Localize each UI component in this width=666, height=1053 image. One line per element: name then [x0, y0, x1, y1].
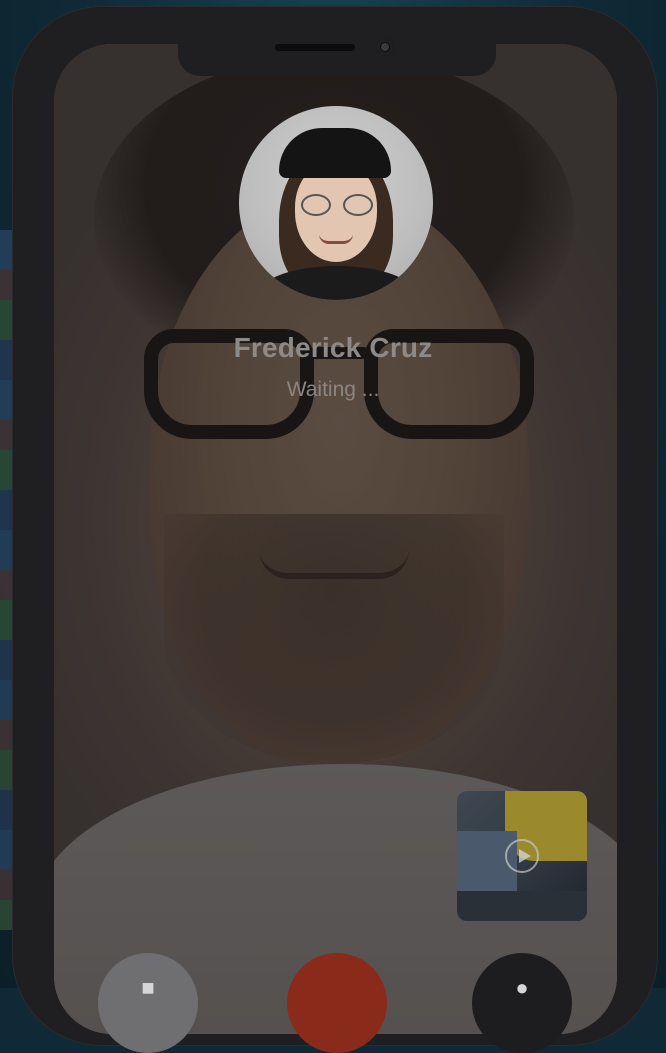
- end-call-button[interactable]: [287, 953, 387, 1053]
- play-icon[interactable]: [505, 839, 539, 873]
- call-status: Waiting ...: [286, 378, 380, 401]
- speaker-icon: ■: [141, 975, 155, 1000]
- caller-avatar: [239, 106, 433, 300]
- caller-name: Frederick Cruz: [233, 332, 433, 363]
- earpiece-speaker: [275, 44, 355, 51]
- self-video-preview[interactable]: [457, 791, 587, 921]
- front-camera: [376, 38, 394, 56]
- cap-icon: [279, 128, 391, 178]
- microphone-icon: ●: [515, 975, 529, 1000]
- phone-notch: [178, 38, 496, 76]
- speaker-button[interactable]: ■: [98, 953, 198, 1053]
- mute-button[interactable]: ●: [472, 953, 572, 1053]
